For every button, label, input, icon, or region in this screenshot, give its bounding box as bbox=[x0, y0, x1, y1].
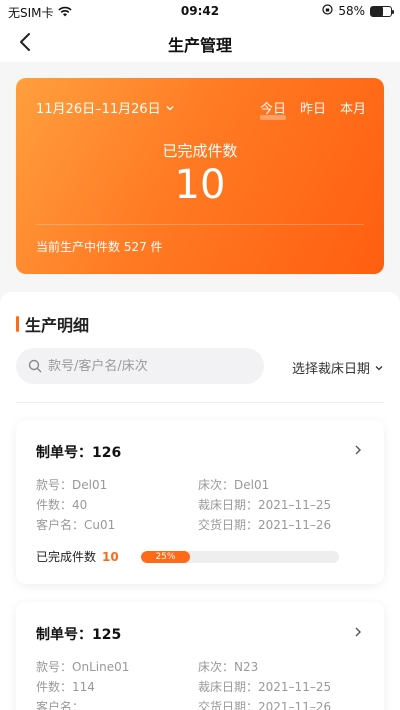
delivery-label: 交货日期： bbox=[198, 700, 259, 710]
bed-field: 床次：N23 bbox=[198, 658, 258, 675]
cut-date-value: 2021–11–25 bbox=[258, 498, 332, 512]
bed-value: Del01 bbox=[234, 478, 270, 492]
nav-bar: 生产管理 bbox=[0, 22, 400, 62]
completed-count: 10 bbox=[102, 549, 119, 564]
tab-yesterday[interactable]: 昨日 bbox=[300, 98, 326, 117]
style-field: 款号：Del01 bbox=[36, 476, 107, 493]
period-tabs: 今日 昨日 本月 bbox=[259, 98, 366, 120]
cut-date-filter-label: 选择裁床日期 bbox=[291, 362, 370, 377]
qty-label: 件数： bbox=[36, 680, 73, 694]
orientation-lock-icon bbox=[322, 4, 333, 18]
delivery-value: 2021–11–26 bbox=[258, 700, 332, 710]
bed-value: N23 bbox=[234, 660, 259, 674]
bed-field: 床次：Del01 bbox=[198, 476, 269, 493]
delivery-field: 交货日期：2021–11–26 bbox=[198, 698, 331, 710]
search-icon bbox=[28, 359, 42, 373]
cut-date-label: 裁床日期： bbox=[198, 680, 259, 694]
progress-bar: 25% bbox=[140, 550, 339, 563]
search-input[interactable] bbox=[48, 358, 248, 374]
progress-row: 已完成件数 10 25% bbox=[36, 548, 339, 565]
summary-card: 11月26日–11月26日 今日 昨日 本月 已完成件数 10 当前生产中件数 … bbox=[16, 78, 384, 274]
order-number: 制单号：125 bbox=[36, 627, 122, 643]
qty-value: 114 bbox=[72, 680, 95, 694]
qty-label: 件数： bbox=[36, 498, 73, 512]
cut-date-filter[interactable]: 选择裁床日期 bbox=[292, 358, 384, 377]
chevron-right-icon[interactable] bbox=[352, 626, 364, 638]
style-label: 款号： bbox=[36, 660, 73, 674]
delivery-label: 交货日期： bbox=[198, 518, 259, 532]
battery-icon bbox=[370, 5, 394, 17]
date-range-selector[interactable]: 11月26日–11月26日 bbox=[36, 98, 175, 117]
status-bar: 无SIM卡 09:42 58% bbox=[0, 0, 400, 22]
in-production-text: 当前生产中件数 527 件 bbox=[36, 240, 163, 254]
customer-label: 客户名： bbox=[36, 700, 85, 710]
order-card[interactable]: 制单号：125 款号：OnLine01 床次：N23 件数：114 裁床日期：2… bbox=[16, 602, 384, 710]
delivery-value: 2021–11–26 bbox=[258, 518, 332, 532]
customer-value: Cu01 bbox=[84, 518, 116, 532]
completed-label: 已完成件数 bbox=[162, 142, 238, 160]
style-label: 款号： bbox=[36, 478, 73, 492]
date-range-label: 11月26日–11月26日 bbox=[36, 102, 161, 117]
style-value: OnLine01 bbox=[72, 660, 130, 674]
qty-field: 件数：40 bbox=[36, 496, 87, 513]
customer-field: 客户名：Cu01 bbox=[36, 516, 115, 533]
progress-fill: 25% bbox=[140, 550, 191, 563]
section-title: 生产明细 bbox=[25, 316, 90, 335]
bed-label: 床次： bbox=[198, 478, 235, 492]
card-divider bbox=[36, 224, 364, 225]
qty-field: 件数：114 bbox=[36, 678, 95, 695]
chevron-down-icon bbox=[375, 365, 383, 370]
customer-field: 客户名： bbox=[36, 698, 84, 710]
section-accent-bar bbox=[16, 316, 19, 332]
qty-value: 40 bbox=[72, 498, 88, 512]
battery-percent: 58% bbox=[338, 4, 365, 18]
status-right: 58% bbox=[322, 4, 394, 18]
delivery-field: 交货日期：2021–11–26 bbox=[198, 516, 331, 533]
order-number: 制单号：126 bbox=[36, 445, 122, 461]
tab-today[interactable]: 今日 bbox=[259, 98, 286, 120]
style-value: Del01 bbox=[72, 478, 108, 492]
panel-divider bbox=[16, 402, 384, 403]
chevron-down-icon bbox=[166, 105, 174, 110]
battery-level bbox=[371, 6, 383, 16]
cut-date-field: 裁床日期：2021–11–25 bbox=[198, 678, 331, 695]
completed-label: 已完成件数 bbox=[36, 550, 97, 564]
cut-date-value: 2021–11–25 bbox=[258, 680, 332, 694]
cut-date-field: 裁床日期：2021–11–25 bbox=[198, 496, 331, 513]
page-title: 生产管理 bbox=[167, 36, 232, 55]
search-box[interactable] bbox=[16, 348, 264, 384]
section-header: 生产明细 bbox=[16, 312, 89, 336]
order-card[interactable]: 制单号：126 款号：Del01 床次：Del01 件数：40 裁床日期：202… bbox=[16, 420, 384, 584]
completed-count: 10 bbox=[174, 162, 226, 208]
cut-date-label: 裁床日期： bbox=[198, 498, 259, 512]
style-field: 款号：OnLine01 bbox=[36, 658, 129, 675]
tab-this-month[interactable]: 本月 bbox=[340, 98, 366, 117]
chevron-right-icon[interactable] bbox=[352, 444, 364, 456]
customer-label: 客户名： bbox=[36, 518, 85, 532]
bed-label: 床次： bbox=[198, 660, 235, 674]
